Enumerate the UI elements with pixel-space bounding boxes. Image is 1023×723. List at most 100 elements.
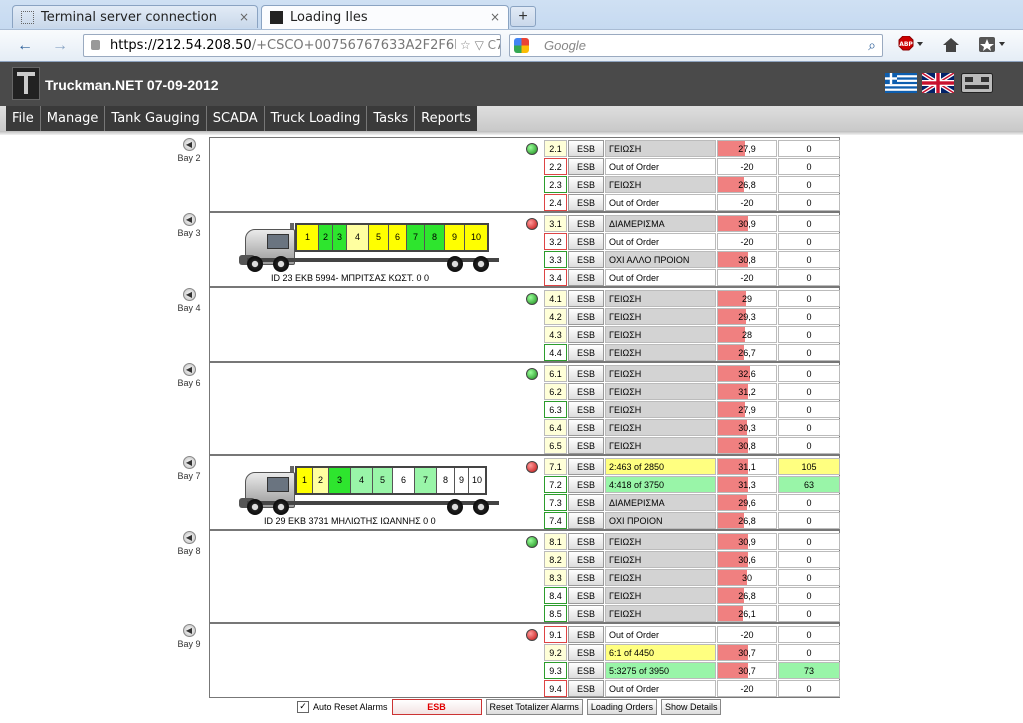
tanker-truck-graphic: 1 2 3 4 5 6 7 8 9 10 bbox=[237, 459, 499, 521]
arm-esb-button[interactable]: ESB bbox=[568, 326, 604, 343]
menu-item-scada[interactable]: SCADA bbox=[207, 106, 265, 132]
arm-row: 4.3 ESB ΓΕΙΩΣΗ 28 0 bbox=[544, 326, 840, 343]
arm-esb-button[interactable]: ESB bbox=[568, 512, 604, 529]
adblock-icon[interactable]: ABP bbox=[897, 35, 925, 57]
arm-esb-button[interactable]: ESB bbox=[568, 458, 604, 475]
arm-esb-button[interactable]: ESB bbox=[568, 605, 604, 622]
compartment[interactable]: 6 bbox=[389, 225, 407, 250]
esb-button[interactable]: ESB bbox=[391, 699, 482, 715]
arm-id: 2.4 bbox=[544, 194, 567, 211]
url-bar-tools[interactable]: ☆ ▽ C bbox=[456, 35, 496, 56]
compartment[interactable]: 9 bbox=[455, 468, 469, 493]
compartment[interactable]: 10 bbox=[465, 225, 487, 250]
temperature-value: 30,7 bbox=[738, 648, 756, 658]
arm-esb-button[interactable]: ESB bbox=[568, 176, 604, 193]
arm-esb-button[interactable]: ESB bbox=[568, 626, 604, 643]
compartment[interactable]: 4 bbox=[351, 468, 373, 493]
arm-esb-button[interactable]: ESB bbox=[568, 383, 604, 400]
close-tab-icon[interactable]: × bbox=[490, 6, 500, 29]
arm-product: ΓΕΙΩΣΗ bbox=[605, 344, 716, 361]
tab-terminal-server[interactable]: Terminal server connection × bbox=[12, 5, 258, 28]
arm-esb-button[interactable]: ESB bbox=[568, 158, 604, 175]
search-input[interactable]: Google ⌕ bbox=[509, 34, 883, 57]
compartment[interactable]: 4 bbox=[347, 225, 369, 250]
bookmarks-icon[interactable] bbox=[978, 36, 1008, 57]
compartment[interactable]: 2 bbox=[313, 468, 329, 493]
compartment[interactable]: 3 bbox=[333, 225, 347, 250]
compartment[interactable]: 8 bbox=[425, 225, 445, 250]
arm-counter: 0 bbox=[778, 644, 840, 661]
tab-loading-iles[interactable]: Loading Iles × bbox=[261, 5, 509, 30]
collapse-arrow-icon[interactable]: ◀ bbox=[182, 213, 196, 226]
close-tab-icon[interactable]: × bbox=[239, 6, 249, 29]
collapse-arrow-icon[interactable]: ◀ bbox=[182, 138, 196, 151]
compartment[interactable]: 3 bbox=[329, 468, 351, 493]
menu-item-manage[interactable]: Manage bbox=[41, 106, 106, 132]
back-arrow-icon[interactable]: ← bbox=[17, 37, 33, 55]
url-bar[interactable]: https://212.54.208.50/+CSCO+00756767633A… bbox=[83, 34, 501, 57]
arm-esb-button[interactable]: ESB bbox=[568, 233, 604, 250]
arm-esb-button[interactable]: ESB bbox=[568, 401, 604, 418]
menu-item-tank-gauging[interactable]: Tank Gauging bbox=[105, 106, 207, 132]
arm-esb-button[interactable]: ESB bbox=[568, 344, 604, 361]
home-icon[interactable] bbox=[942, 36, 960, 57]
collapse-arrow-icon[interactable]: ◀ bbox=[182, 288, 196, 301]
loading-orders-button[interactable]: Loading Orders bbox=[586, 699, 657, 715]
menu-item-reports[interactable]: Reports bbox=[415, 106, 477, 132]
arm-esb-button[interactable]: ESB bbox=[568, 365, 604, 382]
collapse-arrow-icon[interactable]: ◀ bbox=[182, 531, 196, 544]
menu-item-truck-loading[interactable]: Truck Loading bbox=[265, 106, 368, 132]
temperature-value: -20 bbox=[740, 684, 754, 694]
compartment[interactable]: 5 bbox=[369, 225, 389, 250]
arm-temperature: 31,2 bbox=[717, 383, 777, 400]
arm-product: ΟΧΙ ΑΛΛΟ ΠΡΟΙΟΝ bbox=[605, 251, 716, 268]
arm-row: 4.1 ESB ΓΕΙΩΣΗ 29 0 bbox=[544, 290, 840, 307]
reset-totalizer-alarms-button[interactable]: Reset Totalizer Alarms bbox=[485, 699, 583, 715]
menu-item-tasks[interactable]: Tasks bbox=[367, 106, 416, 132]
compartment[interactable]: 8 bbox=[437, 468, 455, 493]
arm-esb-button[interactable]: ESB bbox=[568, 437, 604, 454]
compartment[interactable]: 1 bbox=[297, 468, 313, 493]
collapse-arrow-icon[interactable]: ◀ bbox=[182, 624, 196, 637]
arm-esb-button[interactable]: ESB bbox=[568, 494, 604, 511]
forward-arrow-icon[interactable]: → bbox=[52, 37, 68, 55]
menu-divider bbox=[0, 131, 1023, 135]
auto-reset-checkbox[interactable]: ✓ bbox=[297, 701, 309, 713]
arm-esb-button[interactable]: ESB bbox=[568, 644, 604, 661]
arm-esb-button[interactable]: ESB bbox=[568, 569, 604, 586]
new-tab-button[interactable]: + bbox=[510, 6, 536, 27]
greek-flag-icon[interactable] bbox=[885, 73, 917, 93]
arm-esb-button[interactable]: ESB bbox=[568, 194, 604, 211]
arm-esb-button[interactable]: ESB bbox=[568, 587, 604, 604]
arm-esb-button[interactable]: ESB bbox=[568, 215, 604, 232]
collapse-arrow-icon[interactable]: ◀ bbox=[182, 456, 196, 469]
arm-esb-button[interactable]: ESB bbox=[568, 308, 604, 325]
compartment[interactable]: 5 bbox=[373, 468, 393, 493]
show-details-button[interactable]: Show Details bbox=[660, 699, 722, 715]
arm-esb-button[interactable]: ESB bbox=[568, 551, 604, 568]
compartment[interactable]: 7 bbox=[415, 468, 437, 493]
arm-esb-button[interactable]: ESB bbox=[568, 533, 604, 550]
arm-esb-button[interactable]: ESB bbox=[568, 290, 604, 307]
temperature-value: 30,9 bbox=[738, 537, 756, 547]
compartment[interactable]: 6 bbox=[393, 468, 415, 493]
arm-esb-button[interactable]: ESB bbox=[568, 476, 604, 493]
arm-esb-button[interactable]: ESB bbox=[568, 680, 604, 697]
keyboard-icon[interactable] bbox=[961, 73, 993, 93]
arm-esb-button[interactable]: ESB bbox=[568, 662, 604, 679]
arm-esb-button[interactable]: ESB bbox=[568, 419, 604, 436]
arm-esb-button[interactable]: ESB bbox=[568, 251, 604, 268]
compartment[interactable]: 1 bbox=[297, 225, 319, 250]
arm-row: 9.2 ESB 6:1 of 4450 30,7 0 bbox=[544, 644, 840, 661]
compartment[interactable]: 10 bbox=[469, 468, 485, 493]
arm-product: Out of Order bbox=[605, 194, 716, 211]
arm-esb-button[interactable]: ESB bbox=[568, 140, 604, 157]
collapse-arrow-icon[interactable]: ◀ bbox=[182, 363, 196, 376]
uk-flag-icon[interactable] bbox=[922, 73, 954, 93]
compartment[interactable]: 2 bbox=[319, 225, 333, 250]
search-icon[interactable]: ⌕ bbox=[868, 35, 876, 56]
compartment[interactable]: 7 bbox=[407, 225, 425, 250]
menu-item-file[interactable]: File bbox=[6, 106, 41, 132]
arm-esb-button[interactable]: ESB bbox=[568, 269, 604, 286]
compartment[interactable]: 9 bbox=[445, 225, 465, 250]
